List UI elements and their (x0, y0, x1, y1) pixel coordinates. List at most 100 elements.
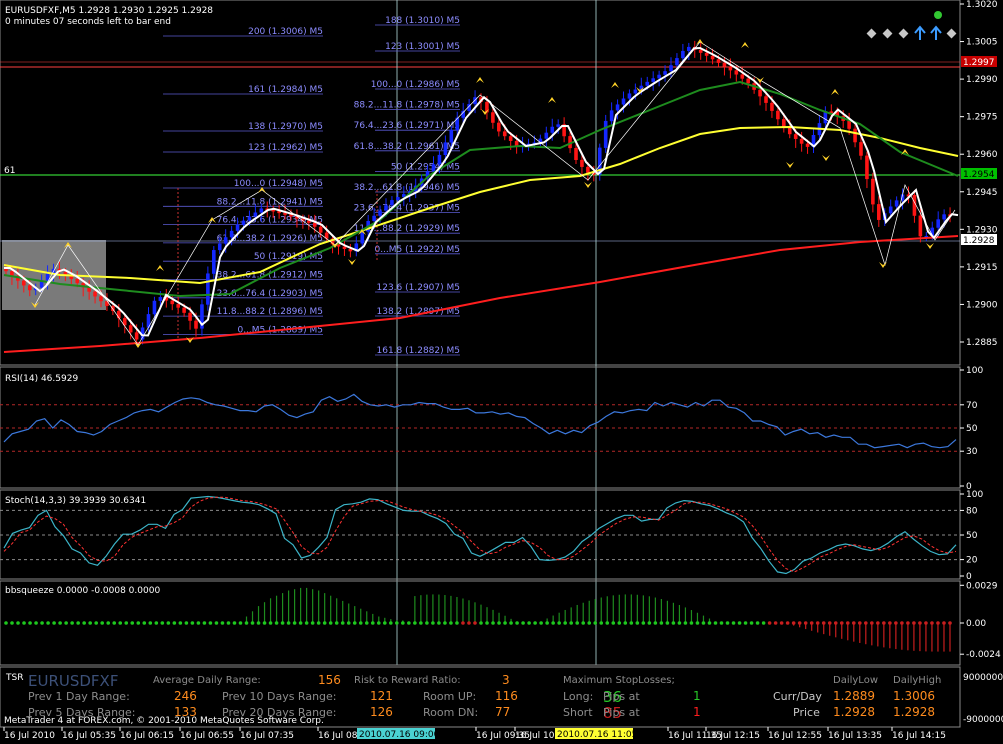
time-tick-label: 16 Jul 2010 (4, 731, 55, 741)
bbsqueeze-dot (58, 621, 62, 625)
bbsqueeze-dot (876, 621, 880, 625)
time-tick-label: 16 Jul 12:55 (768, 731, 822, 741)
bbsqueeze-dot (551, 621, 555, 625)
room-dn-label: Room DN: (423, 706, 478, 719)
bbsqueeze-dot (689, 621, 694, 625)
bbsqueeze-dot (88, 621, 92, 625)
rsi-tick-label: 50 (966, 424, 978, 434)
daily-high-label: DailyHigh (893, 675, 941, 686)
long-label: Long: (563, 690, 593, 703)
price-bar (936, 219, 940, 228)
fib-level-label: 123 (1.3001) M5 (385, 42, 460, 52)
bbsqueeze-dot (737, 621, 742, 625)
bbsqueeze-dot (16, 621, 20, 625)
price-tick-label: 1.2960 (966, 150, 998, 160)
bbsqueeze-dot (563, 621, 567, 625)
price-bar (390, 200, 394, 206)
bbsqueeze-dot (803, 621, 808, 625)
bbsqueeze-dot (364, 621, 369, 625)
bbsqueeze-dot (870, 621, 874, 625)
bbsqueeze-dot (629, 621, 634, 625)
bbsqueeze-dot (467, 621, 471, 625)
price-bar (182, 307, 186, 313)
price-bar (360, 231, 365, 244)
bbsqueeze-dot (10, 621, 14, 625)
bbsqueeze-dot (449, 621, 453, 625)
price-bar (793, 134, 798, 139)
tsr-axis-bottom: -9000000 (963, 715, 1003, 725)
timer-line: 0 minutes 07 seconds left to bar end (5, 17, 171, 27)
price-low: 1.2928 (833, 705, 875, 719)
bbsqueeze-dot (118, 621, 123, 625)
time-tick-label: 16 Jul 05:35 (62, 731, 116, 741)
bbsqueeze-dot (298, 621, 303, 625)
price-bar (776, 110, 780, 120)
bbsqueeze-dot (617, 621, 622, 625)
bbsqueeze-dot (497, 621, 501, 625)
price-bar (75, 278, 80, 284)
bbsqueeze-dot (46, 621, 50, 625)
bbsqueeze-dot (845, 621, 850, 625)
time-tick-label: 16 Jul 13:35 (828, 731, 882, 741)
price-bar (722, 62, 727, 67)
price-bar (603, 120, 608, 148)
bbsqueeze-title: bbsqueeze 0.0000 -0.0008 0.0000 (5, 586, 160, 596)
price-bar (663, 71, 667, 75)
long-value: 1 (693, 689, 701, 703)
bbsqueeze-dot (184, 621, 189, 625)
price-bar (580, 159, 584, 167)
daily-low-label: DailyLow (833, 675, 878, 686)
bbsqueeze-dot (455, 621, 459, 625)
bbsqueeze-dot (503, 621, 507, 625)
bbsqueeze-dot (437, 621, 441, 625)
price-bar (805, 143, 810, 147)
price-bar (586, 166, 590, 173)
bbsqueeze-dot (28, 621, 32, 625)
max-sl-label: Maximum StopLosses; (563, 675, 675, 686)
fib-level-label: 38.2...61.8 (1.2912) M5 (217, 271, 323, 281)
rr-label: Risk to Reward Ratio: (354, 675, 461, 686)
price-bar (716, 59, 721, 63)
price-bar (942, 214, 946, 220)
short-label: Short (563, 706, 593, 719)
r1-value: 246 (174, 689, 197, 703)
bbsqueeze-dot (22, 621, 26, 625)
bbsqueeze-dot (900, 621, 904, 625)
bbsqueeze-dot (851, 621, 856, 625)
bbsqueeze-dot (190, 621, 195, 625)
bbsqueeze-dot (310, 621, 315, 625)
r20-value: 126 (370, 705, 393, 719)
bbsqueeze-dot (136, 621, 141, 625)
price-bar (728, 66, 733, 71)
bbsqueeze-dot (491, 621, 495, 625)
axis-label-green: 1.2954 (961, 168, 997, 180)
bbsqueeze-dot (196, 621, 201, 625)
bbsqueeze-dot (401, 621, 405, 625)
adr-value: 156 (318, 673, 341, 687)
price-bar (473, 97, 477, 105)
bbsqueeze-dot (382, 621, 387, 625)
bbsqueeze-dot (701, 621, 706, 625)
bbsqueeze-dot (395, 621, 399, 625)
bbsqueeze-dot (815, 621, 820, 625)
trading-chart[interactable]: 1.3020 1.3005 1.2990 1.2975 1.2960 1.2945 1.29… (0, 0, 1003, 744)
bbsqueeze-dot (64, 621, 68, 625)
bbsqueeze-dot (888, 621, 892, 625)
price-bar (633, 89, 638, 94)
price-bar (615, 104, 620, 111)
bbsqueeze-dot (906, 621, 910, 625)
price-bar (675, 58, 679, 66)
curr-day-label: Curr/Day (773, 690, 822, 703)
bbsqueeze-dot (94, 621, 98, 625)
bbsqueeze-dot (635, 621, 640, 625)
time-tick-label: 16 Jul 12:15 (706, 731, 760, 741)
bbsqueeze-dot (761, 621, 766, 625)
price-bar (152, 300, 157, 315)
price-bar (758, 89, 762, 97)
bbsqueeze-dot (148, 621, 153, 625)
left-level-label: 61 (4, 166, 15, 176)
fib-level-label: 123.6 (1.2907) M5 (377, 283, 461, 293)
bbsqueeze-dot (659, 621, 664, 625)
bbsqueeze-dot (413, 621, 417, 625)
room-up-label: Room UP: (423, 690, 476, 703)
